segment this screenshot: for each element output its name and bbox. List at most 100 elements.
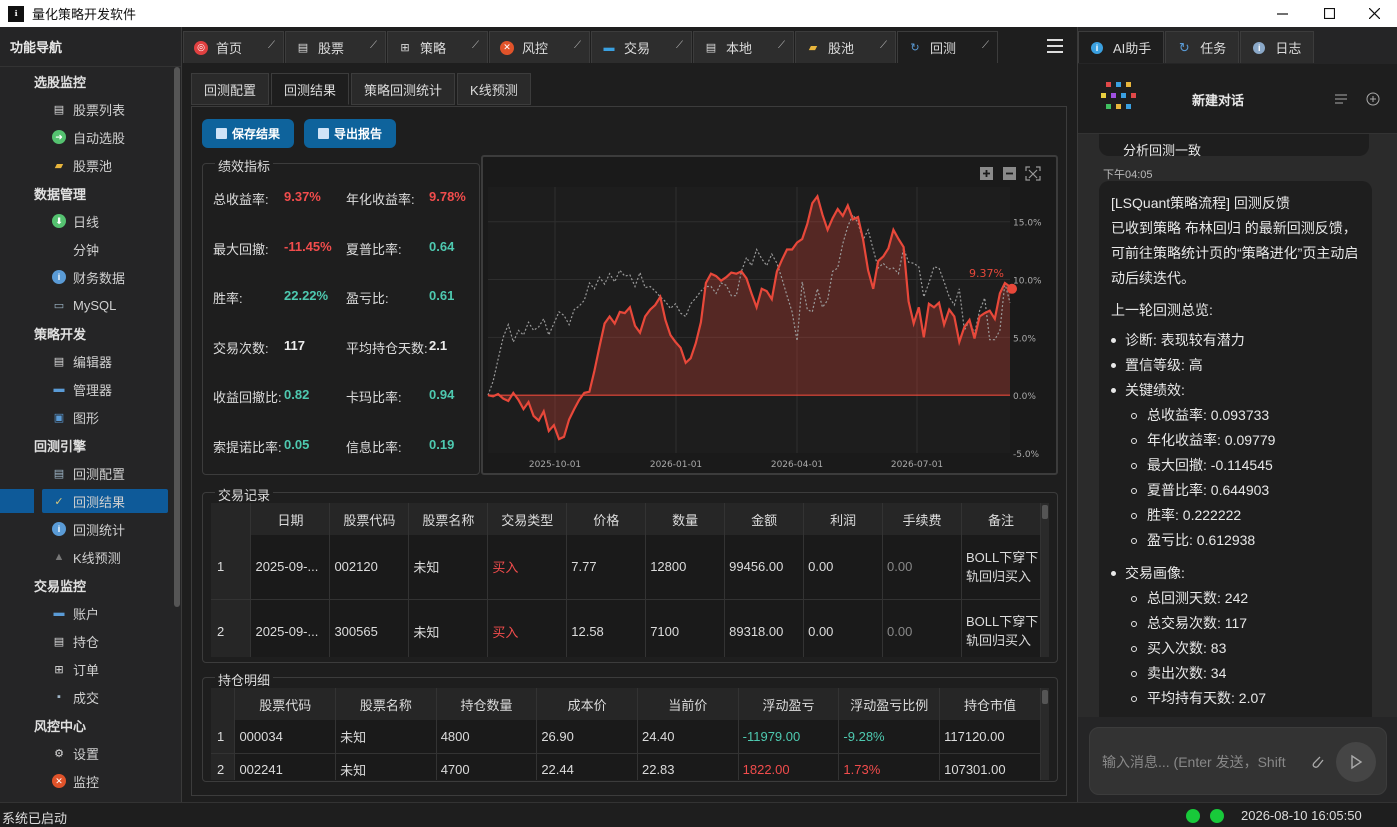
nav-group[interactable]: 选股监控 <box>0 67 181 95</box>
list-icon[interactable] <box>1335 94 1347 104</box>
export-report-button[interactable]: 导出报告 <box>304 119 397 148</box>
column-header[interactable]: 手续费 <box>882 503 962 535</box>
nav-group[interactable]: 交易监控 <box>0 571 181 599</box>
nav-item[interactable]: ▤ 持仓 <box>0 627 181 655</box>
column-header[interactable]: 股票代码 <box>234 688 337 720</box>
nav-item[interactable]: ▲ K线预测 <box>0 543 181 571</box>
pin-icon[interactable]: ⟋ <box>370 40 377 51</box>
sub-tab[interactable]: 回测配置 <box>191 73 270 105</box>
column-header[interactable]: 持仓市值 <box>939 688 1041 720</box>
nav-item[interactable]: ▭ MySQL <box>0 291 181 319</box>
save-results-button[interactable]: 保存结果 <box>202 119 295 148</box>
nav-group[interactable]: 回测引擎 <box>0 431 181 459</box>
right-tab[interactable]: ↻ 任务 <box>1165 31 1240 63</box>
sidebar-scrollbar[interactable] <box>174 67 180 607</box>
table-row[interactable]: 2 002241 未知 4700 22.44 22.83 1822.00 1.73% 10730… <box>211 753 1041 780</box>
nav-item[interactable]: ⊞ 订单 <box>0 655 181 683</box>
nav-group[interactable]: 策略开发 <box>0 319 181 347</box>
nav-item[interactable]: 分钟 <box>0 235 181 263</box>
zoom-out-icon[interactable] <box>1003 167 1016 180</box>
nav-item-label: MySQL <box>73 297 117 313</box>
nav-item[interactable]: ✕ 监控 <box>0 767 181 795</box>
stop-icon: ✕ <box>500 40 514 55</box>
nav-item[interactable]: ✓ 回测结果 <box>0 487 181 515</box>
positions-scrollbar[interactable] <box>1041 688 1049 780</box>
pin-icon[interactable]: ⟋ <box>880 40 887 51</box>
nav-item[interactable]: ➜ 自动选股 <box>0 123 181 151</box>
column-header[interactable]: 当前价 <box>637 688 739 720</box>
nav-item[interactable]: ▤ 股票列表 <box>0 95 181 123</box>
nav-group[interactable]: 风控中心 <box>0 711 181 739</box>
selection-marker <box>0 489 34 513</box>
column-header[interactable]: 价格 <box>566 503 647 535</box>
nav-item[interactable]: ▰ 股票池 <box>0 151 181 179</box>
fit-icon[interactable] <box>1025 166 1041 181</box>
column-header[interactable]: 日期 <box>250 503 331 535</box>
main-tab[interactable]: ↻ 回测 ⟋ <box>897 31 998 63</box>
column-header[interactable]: 浮动盈亏比例 <box>838 688 941 720</box>
nav-item[interactable]: ▤ 编辑器 <box>0 347 181 375</box>
chat-messages[interactable]: 分析回测一致 下午04:05 [LSQuant策略流程] 回测反馈 已收到策略 … <box>1078 134 1397 717</box>
folder-icon: ▰ <box>808 42 818 54</box>
trades-scrollbar[interactable] <box>1041 503 1049 657</box>
nav-group[interactable]: 数据管理 <box>0 179 181 207</box>
main-tab[interactable]: ⊞ 策略 ⟋ <box>387 31 488 63</box>
sub-tab[interactable]: 策略回测统计 <box>351 73 456 105</box>
nav-item[interactable]: ▬ 管理器 <box>0 375 181 403</box>
right-tab[interactable]: i 日志 <box>1240 31 1315 63</box>
column-header[interactable]: 成本价 <box>536 688 638 720</box>
close-button[interactable] <box>1351 0 1397 27</box>
main-tab[interactable]: ▰ 股池 ⟋ <box>795 31 896 63</box>
menu-button[interactable] <box>1047 39 1063 53</box>
main-tab[interactable]: ▤ 股票 ⟋ <box>285 31 386 63</box>
chat-input-box[interactable]: 输入消息... (Enter 发送，Shift <box>1089 727 1387 795</box>
pin-icon[interactable]: ⟋ <box>778 40 785 51</box>
nav-item[interactable]: ⚙ 设置 <box>0 739 181 767</box>
pin-icon[interactable]: ⟋ <box>574 40 581 51</box>
send-button[interactable] <box>1336 742 1376 782</box>
right-tab[interactable]: i AI助手 <box>1078 31 1165 63</box>
maximize-button[interactable] <box>1306 0 1352 27</box>
sub-tab[interactable]: K线预测 <box>457 73 531 105</box>
list-item-text: 关键绩效: <box>1125 382 1185 398</box>
nav-item[interactable]: ⬇ 日线 <box>0 207 181 235</box>
column-header[interactable]: 持仓数量 <box>436 688 538 720</box>
column-header[interactable]: 金额 <box>724 503 805 535</box>
attach-icon[interactable] <box>1310 753 1324 769</box>
column-header[interactable]: 股票名称 <box>335 688 437 720</box>
chat-scrollbar[interactable] <box>1391 138 1396 708</box>
main-tab[interactable]: ✕ 风控 ⟋ <box>489 31 590 63</box>
trades-group: 交易记录 日期 股票代码 股票名称 交易类型 价格 数量 金额 利润 手续费 备注 1 2025-09… <box>202 485 1058 663</box>
sub-tab[interactable]: 回测结果 <box>271 73 350 105</box>
nav-item[interactable]: i 回测统计 <box>0 515 181 543</box>
column-header[interactable]: 浮动盈亏 <box>738 688 840 720</box>
table-row[interactable]: 1 2025-09-... 002120 未知 买入 7.77 12800 99456.00 0… <box>211 535 1042 600</box>
equity-chart[interactable]: 2025-10-01 2026-01-01 2026-04-01 2026-07-01… <box>481 155 1058 475</box>
column-header[interactable]: 交易类型 <box>487 503 568 535</box>
minimize-button[interactable] <box>1259 0 1305 27</box>
pin-icon[interactable]: ⟋ <box>268 40 275 51</box>
metric-value: 9.78% <box>429 189 466 204</box>
main-tab[interactable]: ▤ 本地 ⟋ <box>693 31 794 63</box>
nav-item[interactable]: ▤ 回测配置 <box>0 459 181 487</box>
pin-icon[interactable]: ⟋ <box>472 40 479 51</box>
table-row[interactable]: 1 000034 未知 4800 26.90 24.40 -11979.00 -9.28% 11… <box>211 720 1041 754</box>
pin-icon[interactable]: ⟋ <box>676 40 683 51</box>
nav-item[interactable]: ▪ 成交 <box>0 683 181 711</box>
nav-item[interactable]: ▬ 账户 <box>0 599 181 627</box>
column-header[interactable]: 备注 <box>961 503 1042 535</box>
new-chat-icon[interactable] <box>1366 92 1380 106</box>
main-tab[interactable]: ▬ 交易 ⟋ <box>591 31 692 63</box>
nav-item[interactable]: i 财务数据 <box>0 263 181 291</box>
table-row[interactable]: 2 2025-09-... 300565 未知 买入 12.58 7100 89318.00 0… <box>211 599 1042 657</box>
column-header[interactable]: 利润 <box>803 503 884 535</box>
prev-message: 分析回测一致 <box>1099 134 1369 158</box>
column-header[interactable]: 数量 <box>645 503 726 535</box>
zoom-in-icon[interactable] <box>980 167 993 180</box>
nav-item[interactable]: ▣ 图形 <box>0 403 181 431</box>
circle-bullet-icon <box>1131 437 1137 444</box>
main-tab[interactable]: ◎ 首页 ⟋ <box>183 31 284 63</box>
column-header[interactable]: 股票名称 <box>408 503 489 535</box>
column-header[interactable]: 股票代码 <box>329 503 410 535</box>
pin-icon[interactable]: ⟋ <box>982 40 989 51</box>
